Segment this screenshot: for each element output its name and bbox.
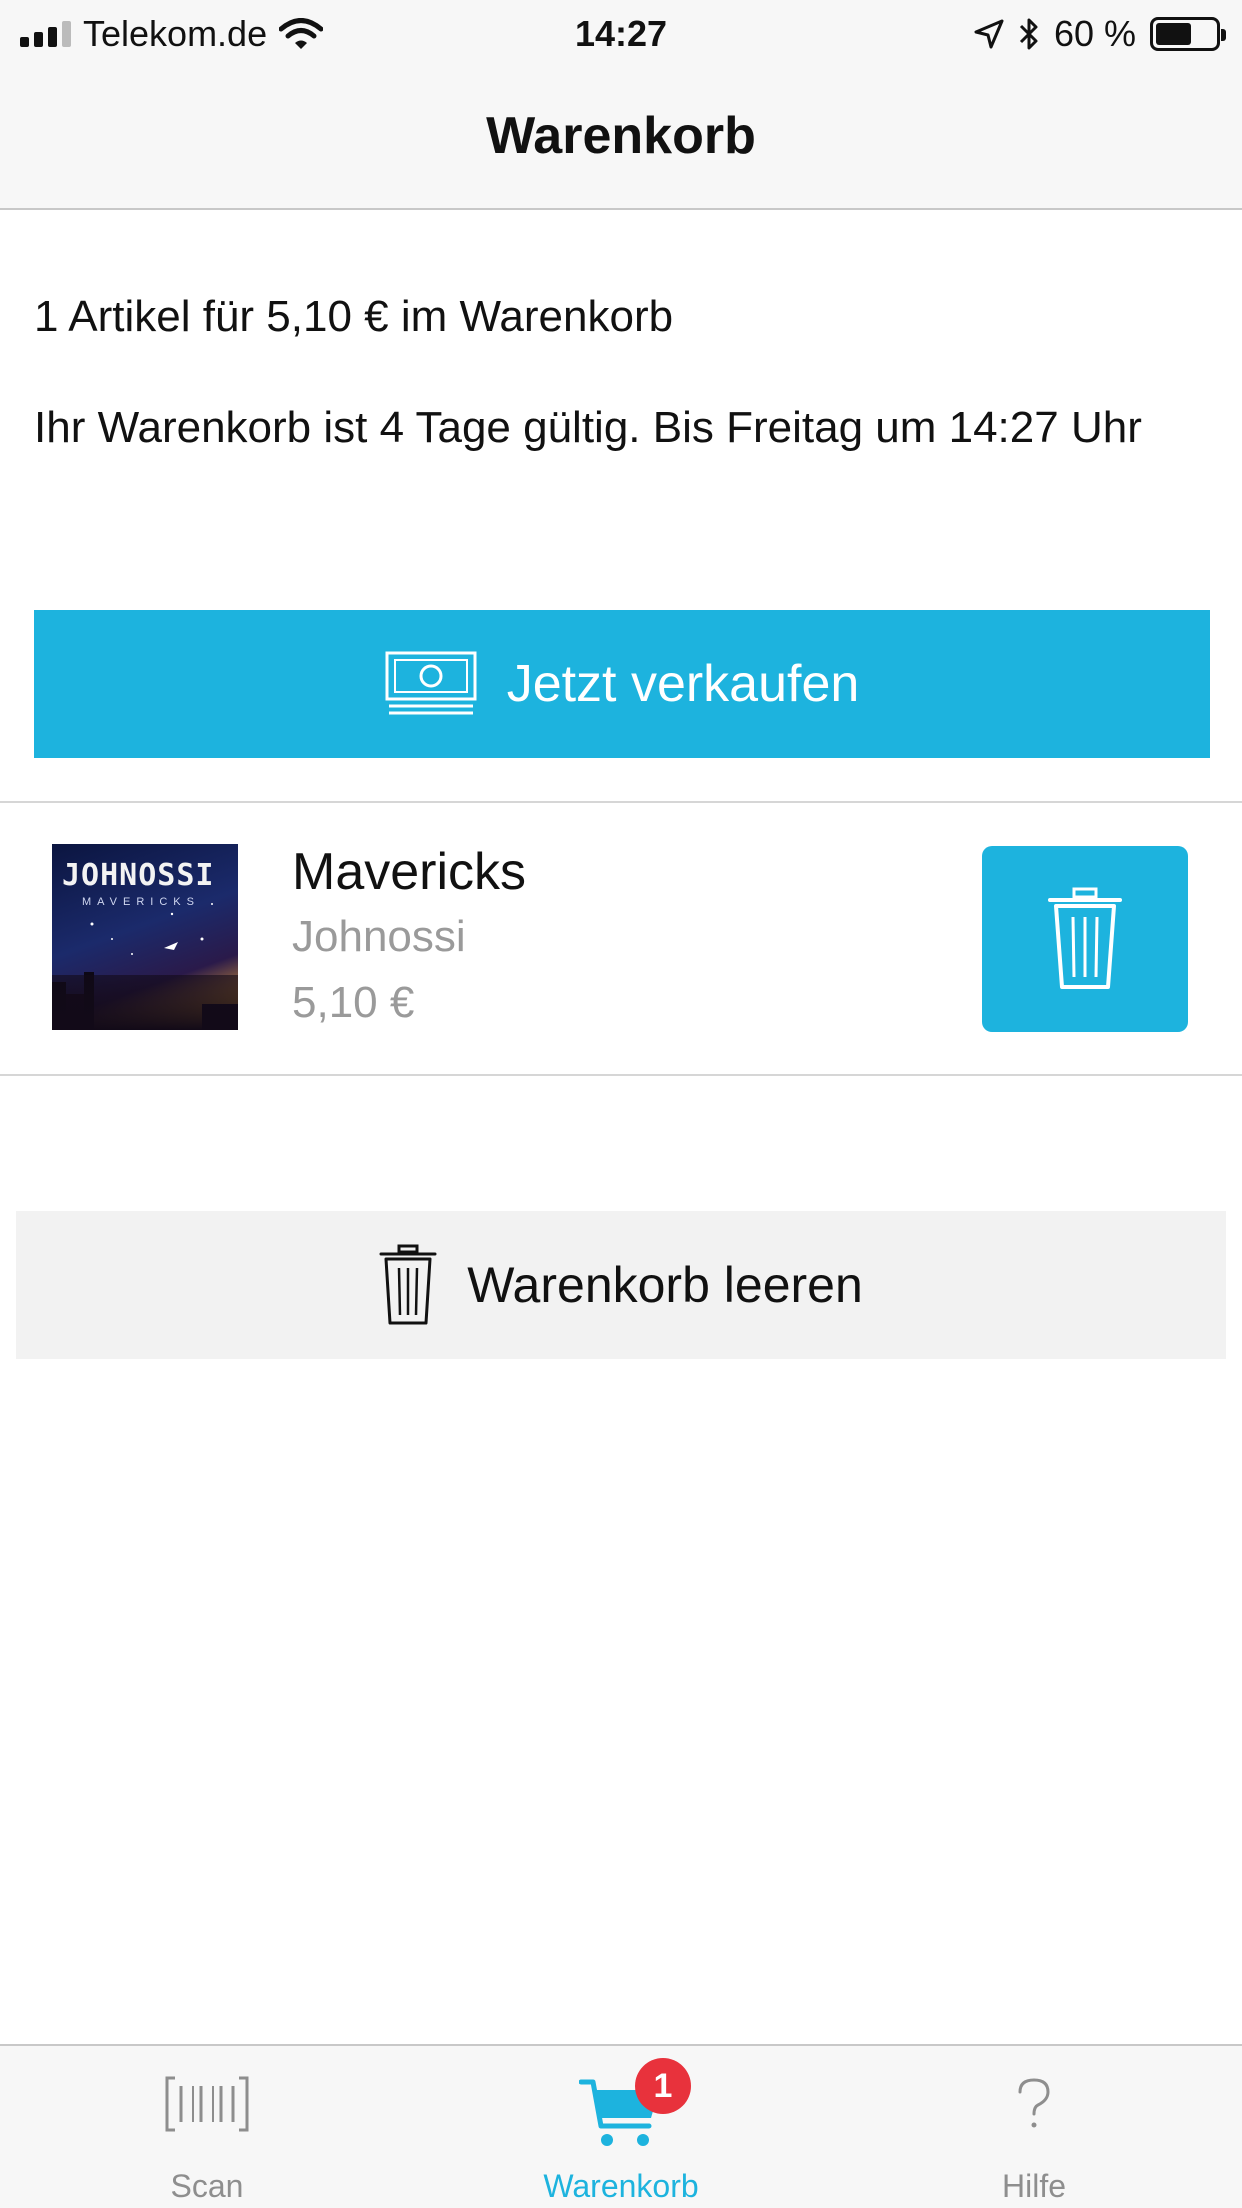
divider bbox=[0, 1074, 1242, 1076]
barcode-icon bbox=[165, 2076, 249, 2132]
empty-cart-label: Warenkorb leeren bbox=[467, 1257, 863, 1313]
cart-validity-text: Ihr Warenkorb ist 4 Tage gültig. Bis Fre… bbox=[34, 403, 1142, 452]
delete-item-button[interactable] bbox=[982, 846, 1188, 1032]
battery-icon bbox=[1150, 17, 1226, 51]
location-arrow-icon bbox=[974, 19, 1004, 49]
tab-label: Scan bbox=[170, 2168, 244, 2204]
navigation-bar: Warenkorb bbox=[0, 70, 1242, 210]
tab-scan[interactable]: Scan bbox=[57, 2046, 357, 2208]
cart-summary-text: 1 Artikel für 5,10 € im Warenkorb bbox=[34, 292, 674, 341]
page-title: Warenkorb bbox=[486, 107, 756, 165]
item-artist: Johnossi bbox=[292, 912, 466, 961]
item-price: 5,10 € bbox=[292, 978, 415, 1027]
question-icon bbox=[1018, 2078, 1050, 2128]
empty-cart-button[interactable]: Warenkorb leeren bbox=[16, 1211, 1226, 1359]
item-title: Mavericks bbox=[292, 843, 527, 901]
tab-hilfe[interactable]: Hilfe bbox=[884, 2046, 1184, 2208]
tab-label: Hilfe bbox=[1001, 2168, 1066, 2204]
trash-icon bbox=[379, 1244, 437, 1325]
cart-item: JOHNOSSI MAVERICKS Mavericks Johnossi 5,… bbox=[0, 802, 1242, 1074]
sell-now-button[interactable]: Jetzt verkaufen bbox=[34, 610, 1210, 758]
battery-fill bbox=[1156, 23, 1191, 45]
cart-badge: 1 bbox=[635, 2058, 691, 2114]
bluetooth-icon bbox=[1019, 18, 1038, 50]
tab-warenkorb[interactable]: 1 Warenkorb bbox=[471, 2046, 771, 2208]
status-right: 60 % bbox=[974, 13, 1226, 55]
cover-city bbox=[52, 975, 238, 1030]
sell-now-label: Jetzt verkaufen bbox=[506, 655, 860, 713]
banknote-icon bbox=[385, 651, 477, 715]
album-cover: JOHNOSSI MAVERICKS bbox=[52, 844, 238, 1030]
status-bar: Telekom.de 14:27 60 % bbox=[0, 0, 1242, 70]
tab-bar: Scan 1 Warenkorb Hilfe bbox=[0, 2044, 1242, 2208]
trash-icon bbox=[1048, 887, 1122, 989]
battery-percent: 60 % bbox=[1053, 13, 1136, 54]
tab-label: Warenkorb bbox=[543, 2168, 699, 2204]
